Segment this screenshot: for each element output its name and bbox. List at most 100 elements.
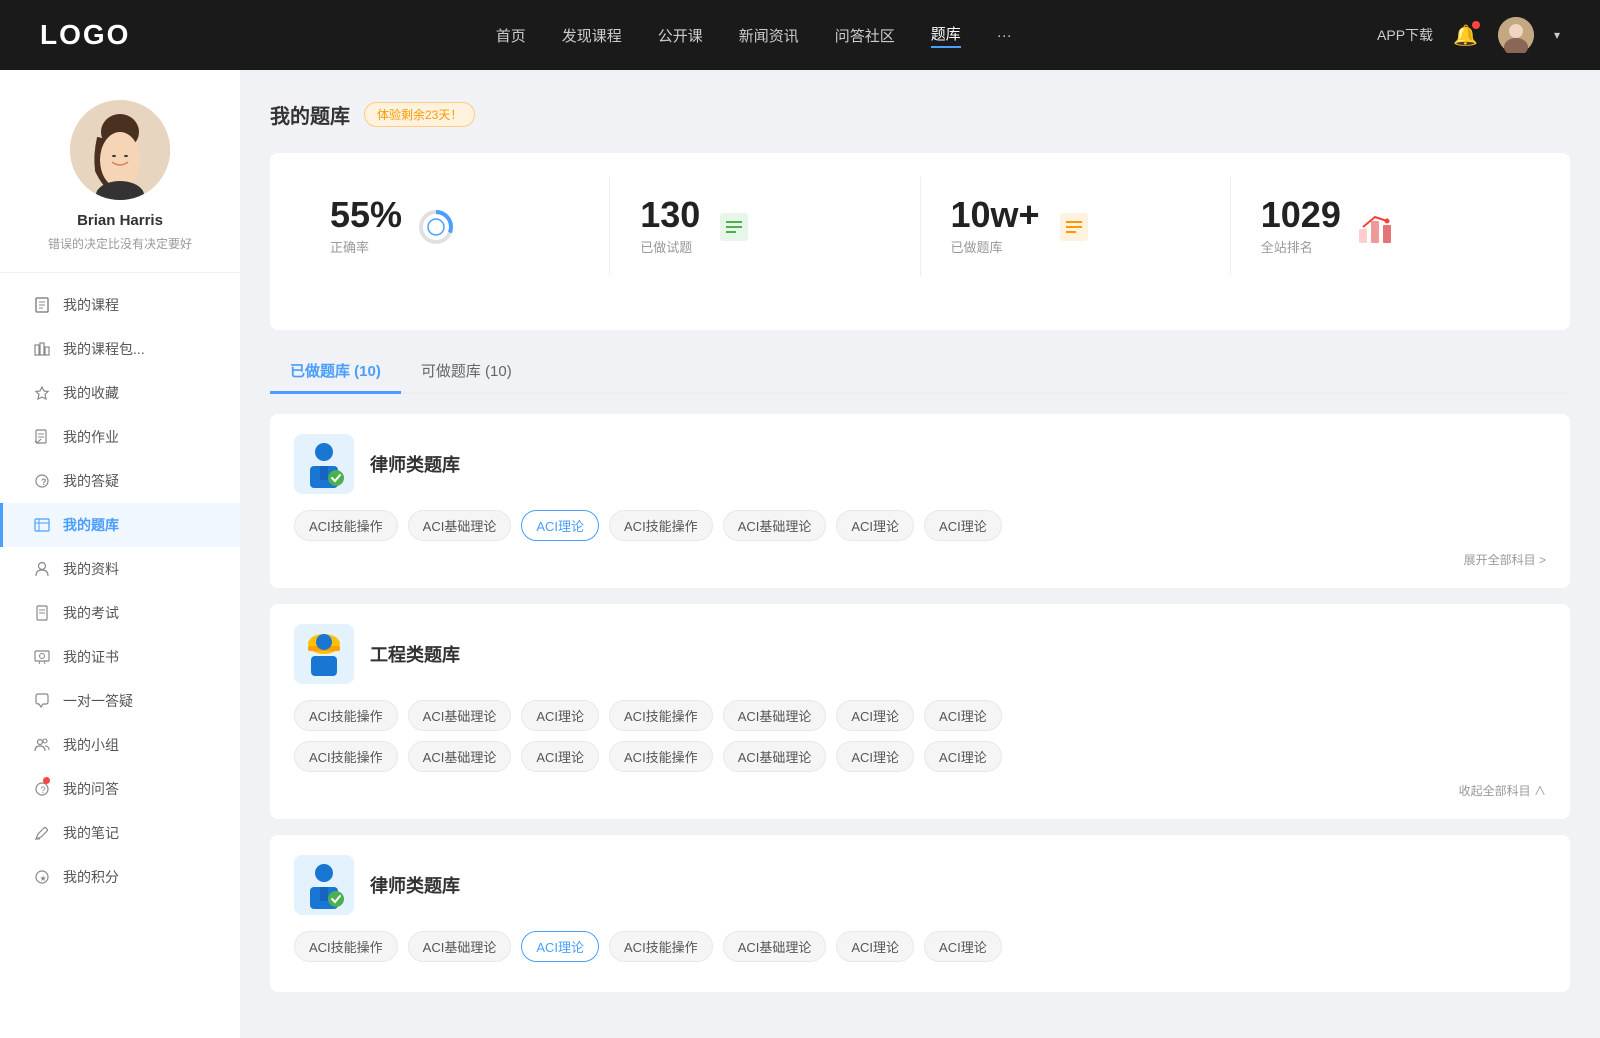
sidebar-item-profile[interactable]: 我的资料: [0, 547, 240, 591]
lawyer1-icon: [294, 434, 354, 494]
l2-tag-2[interactable]: ACI理论: [521, 931, 599, 962]
sidebar-item-exam[interactable]: 我的考试: [0, 591, 240, 635]
header: LOGO 首页 发现课程 公开课 新闻资讯 问答社区 题库 ··· APP下载 …: [0, 0, 1600, 70]
tag-4[interactable]: ACI基础理论: [723, 510, 827, 541]
sidebar-item-one-on-one-label: 一对一答疑: [63, 691, 133, 711]
sidebar-item-one-on-one[interactable]: 一对一答疑: [0, 679, 240, 723]
main-nav: 首页 发现课程 公开课 新闻资讯 问答社区 题库 ···: [496, 23, 1012, 48]
l2-tag-3[interactable]: ACI技能操作: [609, 931, 713, 962]
stat-questions-done-value: 130: [640, 197, 700, 233]
svg-text:★: ★: [40, 874, 47, 883]
homework-icon: [33, 428, 51, 446]
l2-tag-0[interactable]: ACI技能操作: [294, 931, 398, 962]
eng-tag-r2-1[interactable]: ACI基础理论: [408, 741, 512, 772]
app-download-btn[interactable]: APP下载: [1377, 25, 1433, 45]
certificate-icon: [33, 648, 51, 666]
nav-open-course[interactable]: 公开课: [658, 25, 703, 46]
l2-tag-6[interactable]: ACI理论: [924, 931, 1002, 962]
eng-tag-r2-6[interactable]: ACI理论: [924, 741, 1002, 772]
page-title: 我的题库: [270, 100, 350, 129]
sidebar-item-notes[interactable]: 我的笔记: [0, 811, 240, 855]
exam-icon: [33, 604, 51, 622]
l2-tag-5[interactable]: ACI理论: [836, 931, 914, 962]
questions-notification-dot: [43, 777, 50, 784]
qbank-title-lawyer1: 律师类题库: [370, 451, 460, 477]
eng-tag-6[interactable]: ACI理论: [924, 700, 1002, 731]
trial-badge: 体验剩余23天！: [364, 102, 475, 127]
sidebar-item-questions-label: 我的问答: [63, 779, 119, 799]
notification-bell[interactable]: 🔔: [1453, 23, 1478, 48]
stat-rank-value: 1029: [1261, 197, 1341, 233]
nav-qbank[interactable]: 题库: [931, 23, 961, 48]
profile-avatar-image: [70, 100, 170, 200]
sidebar-item-qbank[interactable]: 我的题库: [0, 503, 240, 547]
sidebar-item-exam-label: 我的考试: [63, 603, 119, 623]
sidebar-item-profile-label: 我的资料: [63, 559, 119, 579]
qbank-header-lawyer2: 律师类题库: [294, 855, 1546, 915]
eng-tag-5[interactable]: ACI理论: [836, 700, 914, 731]
favorites-icon: [33, 384, 51, 402]
tag-6[interactable]: ACI理论: [924, 510, 1002, 541]
eng-tag-r2-0[interactable]: ACI技能操作: [294, 741, 398, 772]
sidebar-item-course-label: 我的课程: [63, 295, 119, 315]
sidebar-item-homework-label: 我的作业: [63, 427, 119, 447]
tag-1[interactable]: ACI基础理论: [408, 510, 512, 541]
tag-5[interactable]: ACI理论: [836, 510, 914, 541]
sidebar-item-course[interactable]: 我的课程: [0, 283, 240, 327]
qbank-tags-engineering-row2: ACI技能操作 ACI基础理论 ACI理论 ACI技能操作 ACI基础理论 AC…: [294, 741, 1546, 772]
tab-available[interactable]: 可做题库 (10): [401, 350, 532, 394]
rank-icon: [1355, 207, 1395, 247]
tag-0[interactable]: ACI技能操作: [294, 510, 398, 541]
tag-3[interactable]: ACI技能操作: [609, 510, 713, 541]
sidebar-item-questions[interactable]: ? 我的问答: [0, 767, 240, 811]
eng-tag-0[interactable]: ACI技能操作: [294, 700, 398, 731]
qbank-section-engineering: 工程类题库 ACI技能操作 ACI基础理论 ACI理论 ACI技能操作 ACI基…: [270, 604, 1570, 819]
course-icon: [33, 296, 51, 314]
account-dropdown[interactable]: ▾: [1554, 28, 1560, 42]
sidebar-item-course-pkg[interactable]: 我的课程包...: [0, 327, 240, 371]
nav-news[interactable]: 新闻资讯: [739, 25, 799, 46]
expand-link-lawyer1[interactable]: 展开全部科目 >: [294, 551, 1546, 568]
l2-tag-4[interactable]: ACI基础理论: [723, 931, 827, 962]
l2-tag-1[interactable]: ACI基础理论: [408, 931, 512, 962]
notification-dot: [1472, 21, 1480, 29]
qbank-header-lawyer1: 律师类题库: [294, 434, 1546, 494]
eng-tag-r2-5[interactable]: ACI理论: [836, 741, 914, 772]
group-icon: [33, 736, 51, 754]
tag-2[interactable]: ACI理论: [521, 510, 599, 541]
tabs-row: 已做题库 (10) 可做题库 (10): [270, 350, 1570, 394]
stats-row: 55% 正确率 130 已做试题: [300, 177, 1540, 276]
sidebar-item-favorites[interactable]: 我的收藏: [0, 371, 240, 415]
eng-tag-1[interactable]: ACI基础理论: [408, 700, 512, 731]
eng-tag-2[interactable]: ACI理论: [521, 700, 599, 731]
sidebar-menu: 我的课程 我的课程包... 我的收藏 我的作业: [0, 273, 240, 909]
accuracy-pie-icon: [416, 207, 456, 247]
qbank-tags-engineering-row1: ACI技能操作 ACI基础理论 ACI理论 ACI技能操作 ACI基础理论 AC…: [294, 700, 1546, 731]
sidebar-item-qa-mine[interactable]: ? 我的答疑: [0, 459, 240, 503]
nav-home[interactable]: 首页: [496, 25, 526, 46]
eng-tag-r2-3[interactable]: ACI技能操作: [609, 741, 713, 772]
nav-qa[interactable]: 问答社区: [835, 25, 895, 46]
sidebar-item-certificate[interactable]: 我的证书: [0, 635, 240, 679]
tab-done[interactable]: 已做题库 (10): [270, 350, 401, 394]
banks-done-icon: [1054, 207, 1094, 247]
sidebar-item-group-label: 我的小组: [63, 735, 119, 755]
eng-tag-4[interactable]: ACI基础理论: [723, 700, 827, 731]
stat-rank: 1029 全站排名: [1231, 177, 1540, 276]
sidebar-item-group[interactable]: 我的小组: [0, 723, 240, 767]
main-content: 我的题库 体验剩余23天！ 55% 正确率: [240, 70, 1600, 1038]
eng-tag-r2-4[interactable]: ACI基础理论: [723, 741, 827, 772]
sidebar-item-course-pkg-label: 我的课程包...: [63, 339, 145, 359]
sidebar-item-homework[interactable]: 我的作业: [0, 415, 240, 459]
sidebar-item-points-label: 我的积分: [63, 867, 119, 887]
stat-banks-done-content: 10w+ 已做题库: [951, 197, 1040, 256]
nav-courses[interactable]: 发现课程: [562, 25, 622, 46]
eng-tag-3[interactable]: ACI技能操作: [609, 700, 713, 731]
sidebar-item-points[interactable]: ★ 我的积分: [0, 855, 240, 899]
eng-tag-r2-2[interactable]: ACI理论: [521, 741, 599, 772]
stat-accuracy-content: 55% 正确率: [330, 197, 402, 256]
stat-questions-done-label: 已做试题: [640, 237, 700, 256]
collapse-link-engineering[interactable]: 收起全部科目 ∧: [294, 782, 1546, 799]
nav-more[interactable]: ···: [997, 27, 1012, 44]
avatar[interactable]: [1498, 17, 1534, 53]
